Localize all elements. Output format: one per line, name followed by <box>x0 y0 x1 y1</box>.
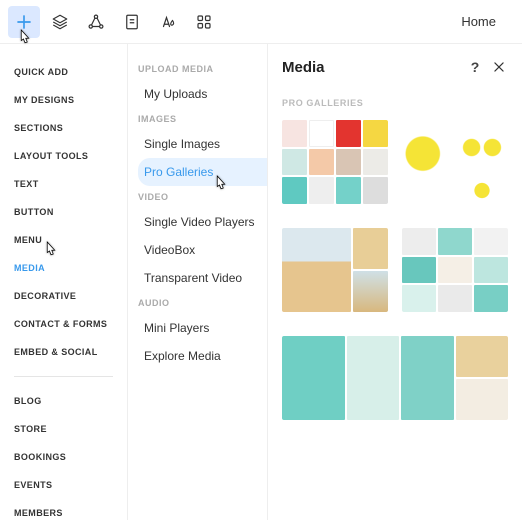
gallery-template[interactable] <box>282 228 388 312</box>
close-icon <box>492 60 506 74</box>
sidebar-item-my-designs[interactable]: MY DESIGNS <box>14 86 127 114</box>
right-header: Media ? <box>268 44 522 84</box>
section-label: PRO GALLERIES <box>282 98 508 108</box>
help-icon: ? <box>471 59 480 75</box>
add-button[interactable] <box>8 6 40 38</box>
panel-title: Media <box>282 59 460 76</box>
pages-button[interactable] <box>116 6 148 38</box>
mid-group-head: AUDIO <box>138 298 267 308</box>
sidebar-item-text[interactable]: TEXT <box>14 170 127 198</box>
sidebar-item-bookings[interactable]: BOOKINGS <box>14 443 127 471</box>
sidebar-item-layout-tools[interactable]: LAYOUT TOOLS <box>14 142 127 170</box>
mid-item-videobox[interactable]: VideoBox <box>138 236 267 264</box>
sidebar-item-sections[interactable]: SECTIONS <box>14 114 127 142</box>
mid-item-single-images[interactable]: Single Images <box>138 130 267 158</box>
sidebar-item-media[interactable]: MEDIA <box>14 254 127 282</box>
mid-item-my-uploads[interactable]: My Uploads <box>138 80 267 108</box>
middle-panel: UPLOAD MEDIA My Uploads IMAGES Single Image… <box>128 44 268 520</box>
sidebar-item-quick-add[interactable]: QUICK ADD <box>14 58 127 86</box>
sidebar-item-events[interactable]: EVENTS <box>14 471 127 499</box>
sidebar-divider <box>14 376 113 377</box>
mid-item-explore-media[interactable]: Explore Media <box>138 342 267 370</box>
mid-item-transparent-video[interactable]: Transparent Video <box>138 264 267 292</box>
sidebar-item-store[interactable]: STORE <box>14 415 127 443</box>
apps-button[interactable] <box>188 6 220 38</box>
gallery-template[interactable] <box>402 120 508 204</box>
layers-button[interactable] <box>44 6 76 38</box>
mid-group-head: UPLOAD MEDIA <box>138 64 267 74</box>
gallery-row <box>282 336 508 420</box>
connections-button[interactable] <box>80 6 112 38</box>
topbar-icons <box>8 6 220 38</box>
right-body: PRO GALLERIES <box>268 84 522 520</box>
mid-group-head: VIDEO <box>138 192 267 202</box>
drop-text-icon <box>159 13 177 31</box>
page-icon <box>123 13 141 31</box>
help-button[interactable]: ? <box>466 58 484 76</box>
gallery-row <box>282 120 508 204</box>
layers-icon <box>51 13 69 31</box>
sidebar-item-menu[interactable]: MENU <box>14 226 127 254</box>
topbar: Home <box>0 0 522 44</box>
gallery-template[interactable] <box>282 336 508 420</box>
design-button[interactable] <box>152 6 184 38</box>
close-button[interactable] <box>490 58 508 76</box>
sidebar-item-embed-social[interactable]: EMBED & SOCIAL <box>14 338 127 366</box>
sidebar-item-button[interactable]: BUTTON <box>14 198 127 226</box>
mid-item-single-video-players[interactable]: Single Video Players <box>138 208 267 236</box>
sidebar-item-contact-forms[interactable]: CONTACT & FORMS <box>14 310 127 338</box>
mid-group-head: IMAGES <box>138 114 267 124</box>
grid-icon <box>195 13 213 31</box>
mid-item-pro-galleries[interactable]: Pro Galleries <box>138 158 267 186</box>
left-sidebar: QUICK ADDMY DESIGNSSECTIONSLAYOUT TOOLST… <box>0 44 128 520</box>
mid-item-mini-players[interactable]: Mini Players <box>138 314 267 342</box>
home-link[interactable]: Home <box>443 14 514 29</box>
right-panel: Media ? PRO GALLERIES <box>268 44 522 520</box>
gallery-row <box>282 228 508 312</box>
gallery-template[interactable] <box>402 228 508 312</box>
plus-icon <box>15 13 33 31</box>
network-icon <box>87 13 105 31</box>
sidebar-item-members[interactable]: MEMBERS <box>14 499 127 520</box>
sidebar-item-blog[interactable]: BLOG <box>14 387 127 415</box>
gallery-template[interactable] <box>282 120 388 204</box>
sidebar-item-decorative[interactable]: DECORATIVE <box>14 282 127 310</box>
